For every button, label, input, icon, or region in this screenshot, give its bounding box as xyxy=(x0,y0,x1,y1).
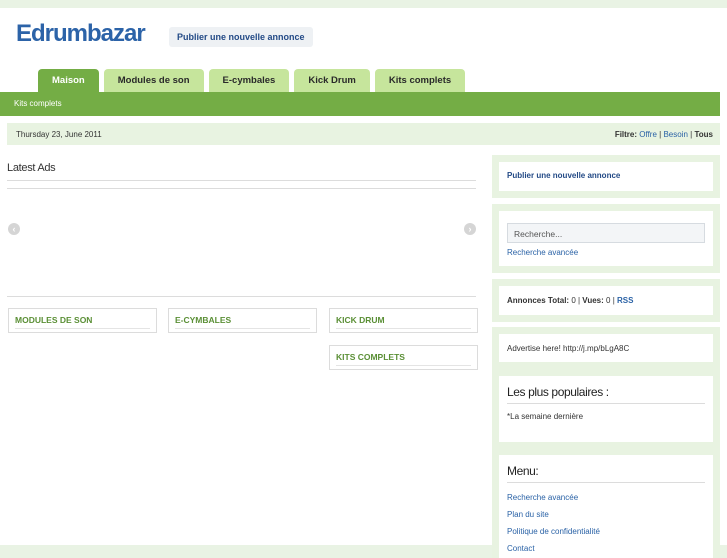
sidebar-post-link[interactable]: Publier une nouvelle annonce xyxy=(507,171,620,180)
current-date: Thursday 23, June 2011 xyxy=(16,130,102,139)
subnav-bar: Kits complets xyxy=(0,92,720,116)
search-input[interactable]: Recherche... xyxy=(507,223,705,243)
category-underline xyxy=(336,365,471,366)
tab-e-cymbales[interactable]: E-cymbales xyxy=(208,69,290,92)
menu-item-advanced-search[interactable]: Recherche avancée xyxy=(507,493,578,502)
title-divider xyxy=(7,180,476,181)
stats-line: Annonces Total: 0 | Vues: 0 | RSS xyxy=(507,296,634,305)
filter-separator: | xyxy=(659,130,662,139)
widget-inner: Annonces Total: 0 | Vues: 0 | RSS xyxy=(499,286,713,315)
widget-menu: Menu: Recherche avancée Plan du site Pol… xyxy=(492,448,720,558)
category-box-kits[interactable]: KITS COMPLETS xyxy=(329,345,478,370)
tab-maison[interactable]: Maison xyxy=(38,69,99,92)
title-divider-2 xyxy=(7,188,476,189)
filter-label: Filtre: xyxy=(614,130,638,139)
widget-inner: Les plus populaires : *La semaine derniè… xyxy=(499,376,713,442)
widget-post: Publier une nouvelle annonce xyxy=(492,155,720,198)
filter-offre-link[interactable]: Offre xyxy=(639,130,657,139)
category-box-kick[interactable]: KICK DRUM xyxy=(329,308,478,333)
carousel-next-icon[interactable]: › xyxy=(464,223,476,235)
widget-inner: Advertise here! http://j.mp/bLgA8C xyxy=(499,334,713,362)
popular-title: Les plus populaires : xyxy=(507,385,609,399)
category-link[interactable]: KITS COMPLETS xyxy=(336,352,405,362)
post-ad-button[interactable]: Publier une nouvelle annonce xyxy=(169,27,313,47)
menu-item-privacy[interactable]: Politique de confidentialité xyxy=(507,527,600,536)
tab-kits-complets[interactable]: Kits complets xyxy=(374,69,466,92)
stats-views-value: 0 xyxy=(606,296,611,305)
rss-link[interactable]: RSS xyxy=(617,296,633,305)
advanced-search-link[interactable]: Recherche avancée xyxy=(507,248,578,257)
category-underline xyxy=(15,328,150,329)
category-link[interactable]: E-CYMBALES xyxy=(175,315,231,325)
advertise-text: Advertise here! http://j.mp/bLgA8C xyxy=(507,344,630,353)
subnav-item-kits-complets[interactable]: Kits complets xyxy=(14,99,62,108)
widget-stats: Annonces Total: 0 | Vues: 0 | RSS xyxy=(492,279,720,322)
main-tabs: Maison Modules de son E-cymbales Kick Dr… xyxy=(38,69,466,92)
tab-modules-de-son[interactable]: Modules de son xyxy=(103,69,204,92)
tab-kick-drum[interactable]: Kick Drum xyxy=(294,69,370,92)
date-bar: Thursday 23, June 2011 Filtre: Offre | B… xyxy=(7,123,720,145)
category-link[interactable]: MODULES DE SON xyxy=(15,315,92,325)
category-underline xyxy=(175,328,310,329)
category-underline xyxy=(336,328,471,329)
carousel-divider xyxy=(7,296,476,297)
carousel-prev-icon[interactable]: ‹ xyxy=(8,223,20,235)
widget-inner: Recherche... Recherche avancée xyxy=(499,211,713,266)
menu-divider xyxy=(507,482,705,483)
menu-item-contact[interactable]: Contact xyxy=(507,544,535,553)
stats-total-value: 0 xyxy=(571,296,576,305)
site-logo[interactable]: Edrumbazar xyxy=(16,20,146,48)
stats-views-label: Vues: xyxy=(582,296,604,305)
filter-besoin-link[interactable]: Besoin xyxy=(663,130,687,139)
category-box-cymbales[interactable]: E-CYMBALES xyxy=(168,308,317,333)
widget-search: Recherche... Recherche avancée xyxy=(492,204,720,273)
stats-total-label: Annonces Total: xyxy=(507,296,570,305)
category-box-modules[interactable]: MODULES DE SON xyxy=(8,308,157,333)
category-link[interactable]: KICK DRUM xyxy=(336,315,385,325)
latest-ads-title: Latest Ads xyxy=(7,162,56,174)
filter-group: Filtre: Offre | Besoin | Tous xyxy=(615,130,713,139)
widget-inner: Publier une nouvelle annonce xyxy=(499,162,713,191)
widget-popular: Les plus populaires : *La semaine derniè… xyxy=(492,369,720,449)
page: Edrumbazar Publier une nouvelle annonce … xyxy=(0,8,727,558)
widget-inner: Menu: Recherche avancée Plan du site Pol… xyxy=(499,455,713,558)
menu-title: Menu: xyxy=(507,464,539,478)
filter-separator: | xyxy=(690,130,693,139)
popular-subtitle: *La semaine dernière xyxy=(507,412,584,421)
widget-advertise: Advertise here! http://j.mp/bLgA8C xyxy=(492,327,720,369)
popular-divider xyxy=(507,403,705,404)
menu-item-sitemap[interactable]: Plan du site xyxy=(507,510,549,519)
filter-tous-link[interactable]: Tous xyxy=(694,130,713,139)
